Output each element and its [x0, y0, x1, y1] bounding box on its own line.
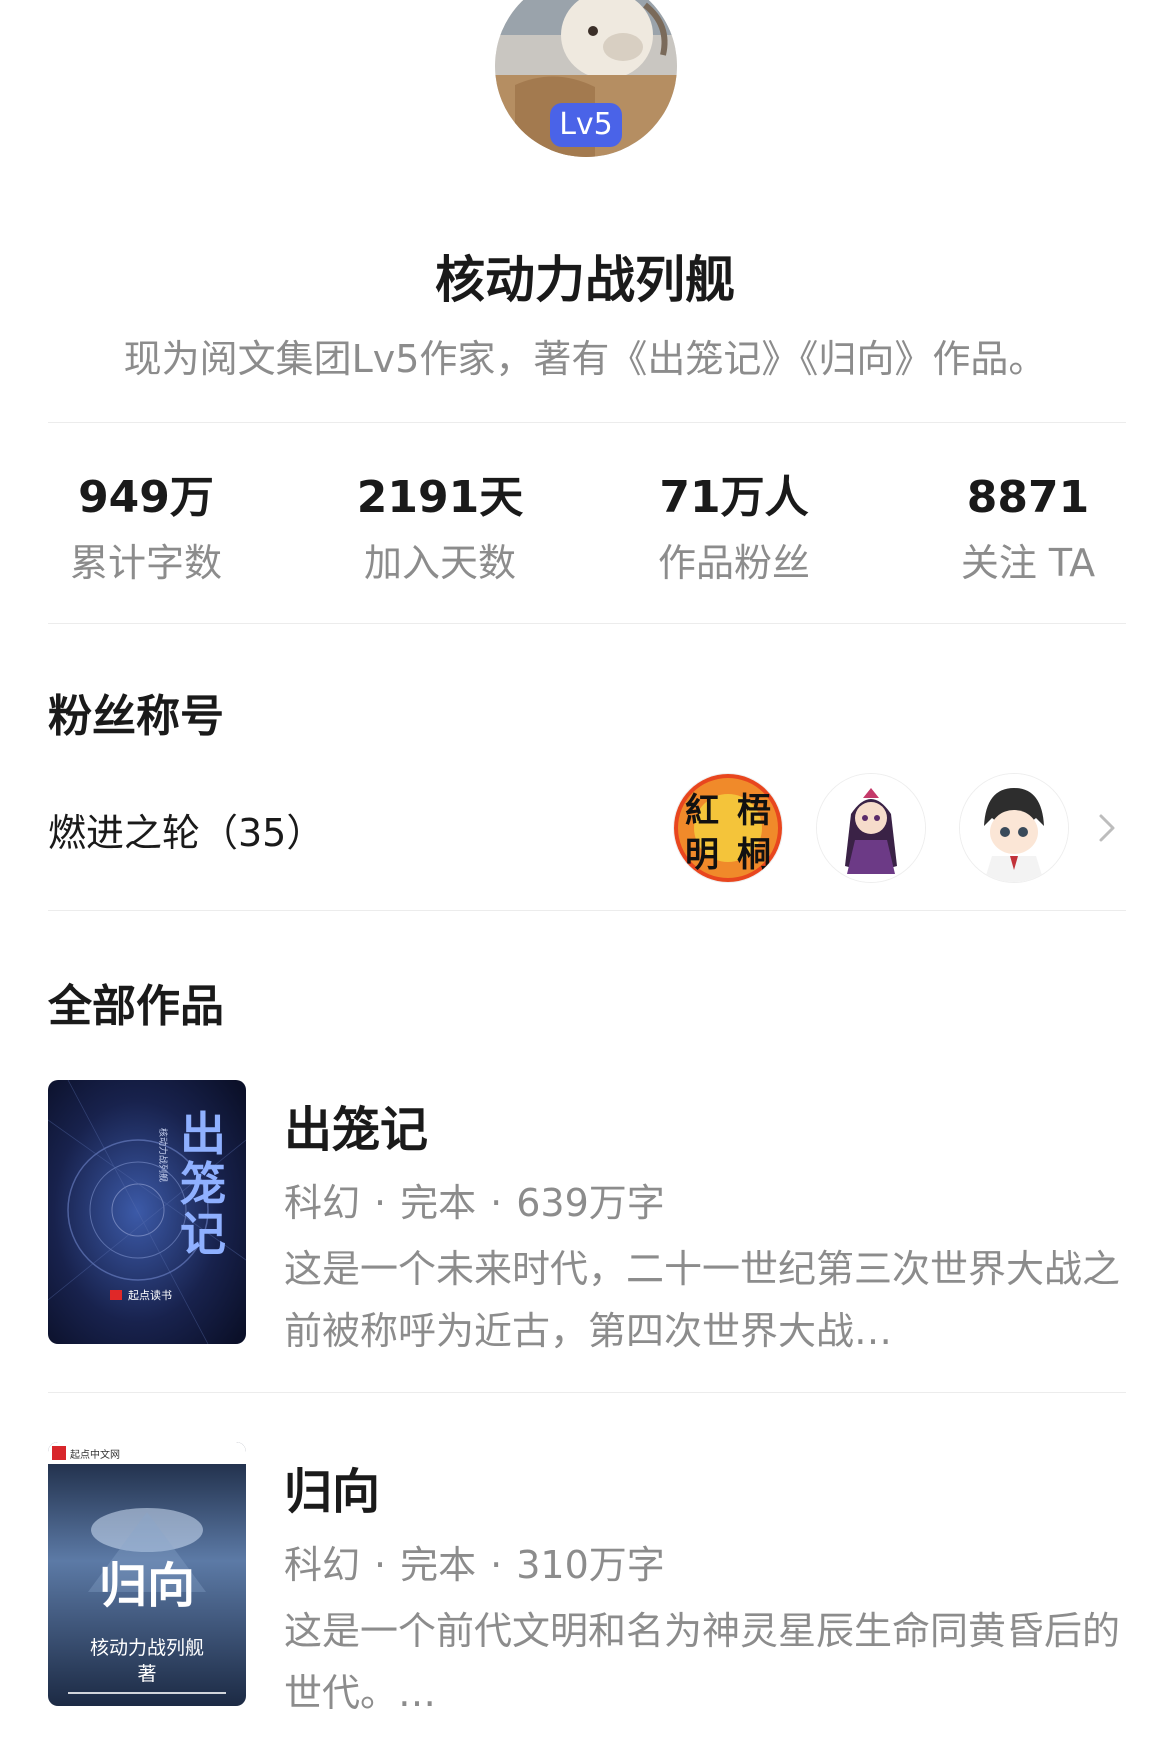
stat-label: 作品粉丝 — [657, 541, 810, 585]
fan-title-row[interactable]: 燃进之轮（35） 紅 梧 明 桐 — [48, 770, 1126, 886]
book-status: 完本 — [400, 1181, 477, 1225]
book-cover[interactable]: 起点中文网 归向 核动力战列舰 著 — [48, 1442, 246, 1706]
all-works-heading: 全部作品 — [48, 981, 224, 1032]
divider — [48, 1392, 1126, 1393]
book-title[interactable]: 归向 — [284, 1452, 380, 1522]
seal-char: 桐 — [737, 835, 771, 875]
seal-char: 梧 — [737, 791, 771, 831]
stat-days-joined: 2191天 加入天数 — [310, 470, 570, 590]
seal-char: 紅 — [685, 791, 719, 831]
meta-separator: · — [490, 1543, 503, 1587]
cover-author: 核动力战列舰 — [157, 1128, 169, 1182]
meta-separator: · — [374, 1181, 387, 1225]
stat-value: 71万人 — [659, 472, 809, 523]
author-bio: 现为阅文集团Lv5作家，著有《出笼记》《归向》作品。 — [123, 337, 1047, 381]
fan-title-label: 燃进之轮（35） — [48, 811, 325, 855]
stat-value: 2191天 — [356, 472, 524, 523]
seal-char: 明 — [685, 835, 719, 875]
cover-author-suffix: 著 — [137, 1663, 156, 1685]
book-description: 这是一个前代文明和名为神灵星辰生命同黄昏后的世代。… — [284, 1609, 1121, 1715]
book-status: 完本 — [400, 1543, 477, 1587]
cover-publisher: 起点中文网 — [70, 1448, 120, 1461]
author-name: 核动力战列舰 — [435, 251, 735, 309]
cover-title: 归向 — [99, 1558, 195, 1614]
book-item-chulongji[interactable]: 出 笼 记 核动力战列舰 起点读书 出笼记 科幻 · 完本 · 639万字 这是一个未来… — [48, 1080, 1126, 1353]
fan-title-heading: 粉丝称号 — [48, 691, 224, 742]
divider — [48, 422, 1126, 423]
anime-boy-avatar-icon — [959, 773, 1069, 883]
chevron-right-icon[interactable] — [1092, 810, 1122, 846]
book-description: 这是一个未来时代，二十一世纪第三次世界大战之前被称呼为近古，第四次世界大战… — [284, 1247, 1121, 1353]
cover-title-char: 笼 — [180, 1157, 226, 1211]
stat-value: 949万 — [78, 472, 214, 523]
stat-label: 加入天数 — [363, 541, 516, 585]
divider — [48, 910, 1126, 911]
level-badge: Lv5 — [550, 103, 622, 147]
meta-separator: · — [490, 1181, 503, 1225]
cover-publisher: 起点读书 — [128, 1288, 172, 1302]
book-meta: 科幻 · 完本 · 310万字 — [284, 1534, 665, 1589]
divider — [48, 623, 1126, 624]
stat-following[interactable]: 8871 关注 TA — [898, 470, 1158, 590]
stat-total-words: 949万 累计字数 — [16, 470, 276, 590]
book-meta: 科幻 · 完本 · 639万字 — [284, 1172, 665, 1227]
author-profile-page: Lv5 核动力战列舰 现为阅文集团Lv5作家，著有《出笼记》《归向》作品。 94… — [0, 0, 1170, 1738]
anime-girl-avatar-icon — [816, 773, 926, 883]
cover-title-char: 出 — [180, 1107, 226, 1161]
calligraphy-seal-avatar-icon: 紅 梧 明 桐 — [673, 773, 783, 883]
stat-fans[interactable]: 71万人 作品粉丝 — [604, 470, 864, 590]
book-genre: 科幻 — [284, 1543, 361, 1587]
author-avatar[interactable]: Lv5 — [495, 0, 677, 157]
stat-label: 关注 TA — [960, 541, 1096, 585]
book-title[interactable]: 出笼记 — [284, 1090, 428, 1160]
cover-author: 核动力战列舰 — [90, 1637, 204, 1659]
book-word-count: 639万字 — [516, 1181, 665, 1225]
meta-separator: · — [374, 1543, 387, 1587]
book-word-count: 310万字 — [516, 1543, 665, 1587]
stat-label: 累计字数 — [69, 541, 222, 585]
book-genre: 科幻 — [284, 1181, 361, 1225]
stats-row: 949万 累计字数 2191天 加入天数 71万人 作品粉丝 8871 关注 T… — [0, 470, 1170, 600]
book-cover[interactable]: 出 笼 记 核动力战列舰 起点读书 — [48, 1080, 246, 1344]
stat-value: 8871 — [966, 472, 1090, 523]
book-item-guixiang[interactable]: 起点中文网 归向 核动力战列舰 著 归向 科幻 · 完本 · 310万字 这是一个前代文… — [48, 1442, 1126, 1715]
cover-title-char: 记 — [180, 1207, 226, 1261]
